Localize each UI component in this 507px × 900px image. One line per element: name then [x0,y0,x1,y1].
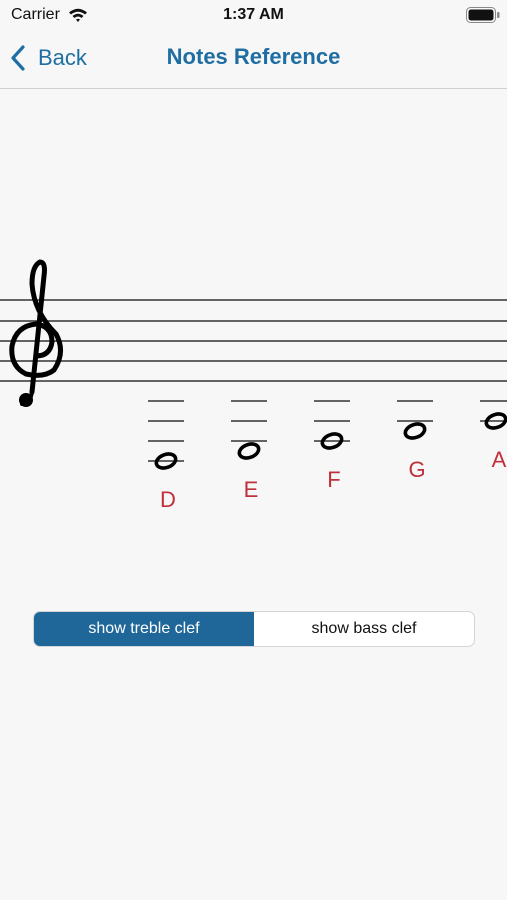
note-label-d: D [160,487,176,512]
segment-show-bass-clef[interactable]: show bass clef [254,612,474,646]
treble-clef-icon [9,259,63,407]
note-label-g: G [408,457,426,482]
note-label-f: F [327,467,341,492]
clef-segmented-control: show treble clef show bass clef [33,611,475,647]
note-e [231,400,267,460]
note-g [397,400,433,440]
page-title: Notes Reference [166,44,341,69]
note-f [314,400,350,450]
battery-icon [466,7,500,23]
note-d [148,400,184,470]
note-label-e: E [243,477,259,502]
navigation-bar: Back Notes Reference [0,30,507,89]
segment-show-treble-clef[interactable]: show treble clef [34,612,254,646]
status-time: 1:37 AM [223,6,284,23]
note-label-a: A [491,447,507,472]
note-a [480,400,507,430]
status-bar: Carrier 1:37 AM [0,0,507,30]
staff-lines [0,299,507,382]
